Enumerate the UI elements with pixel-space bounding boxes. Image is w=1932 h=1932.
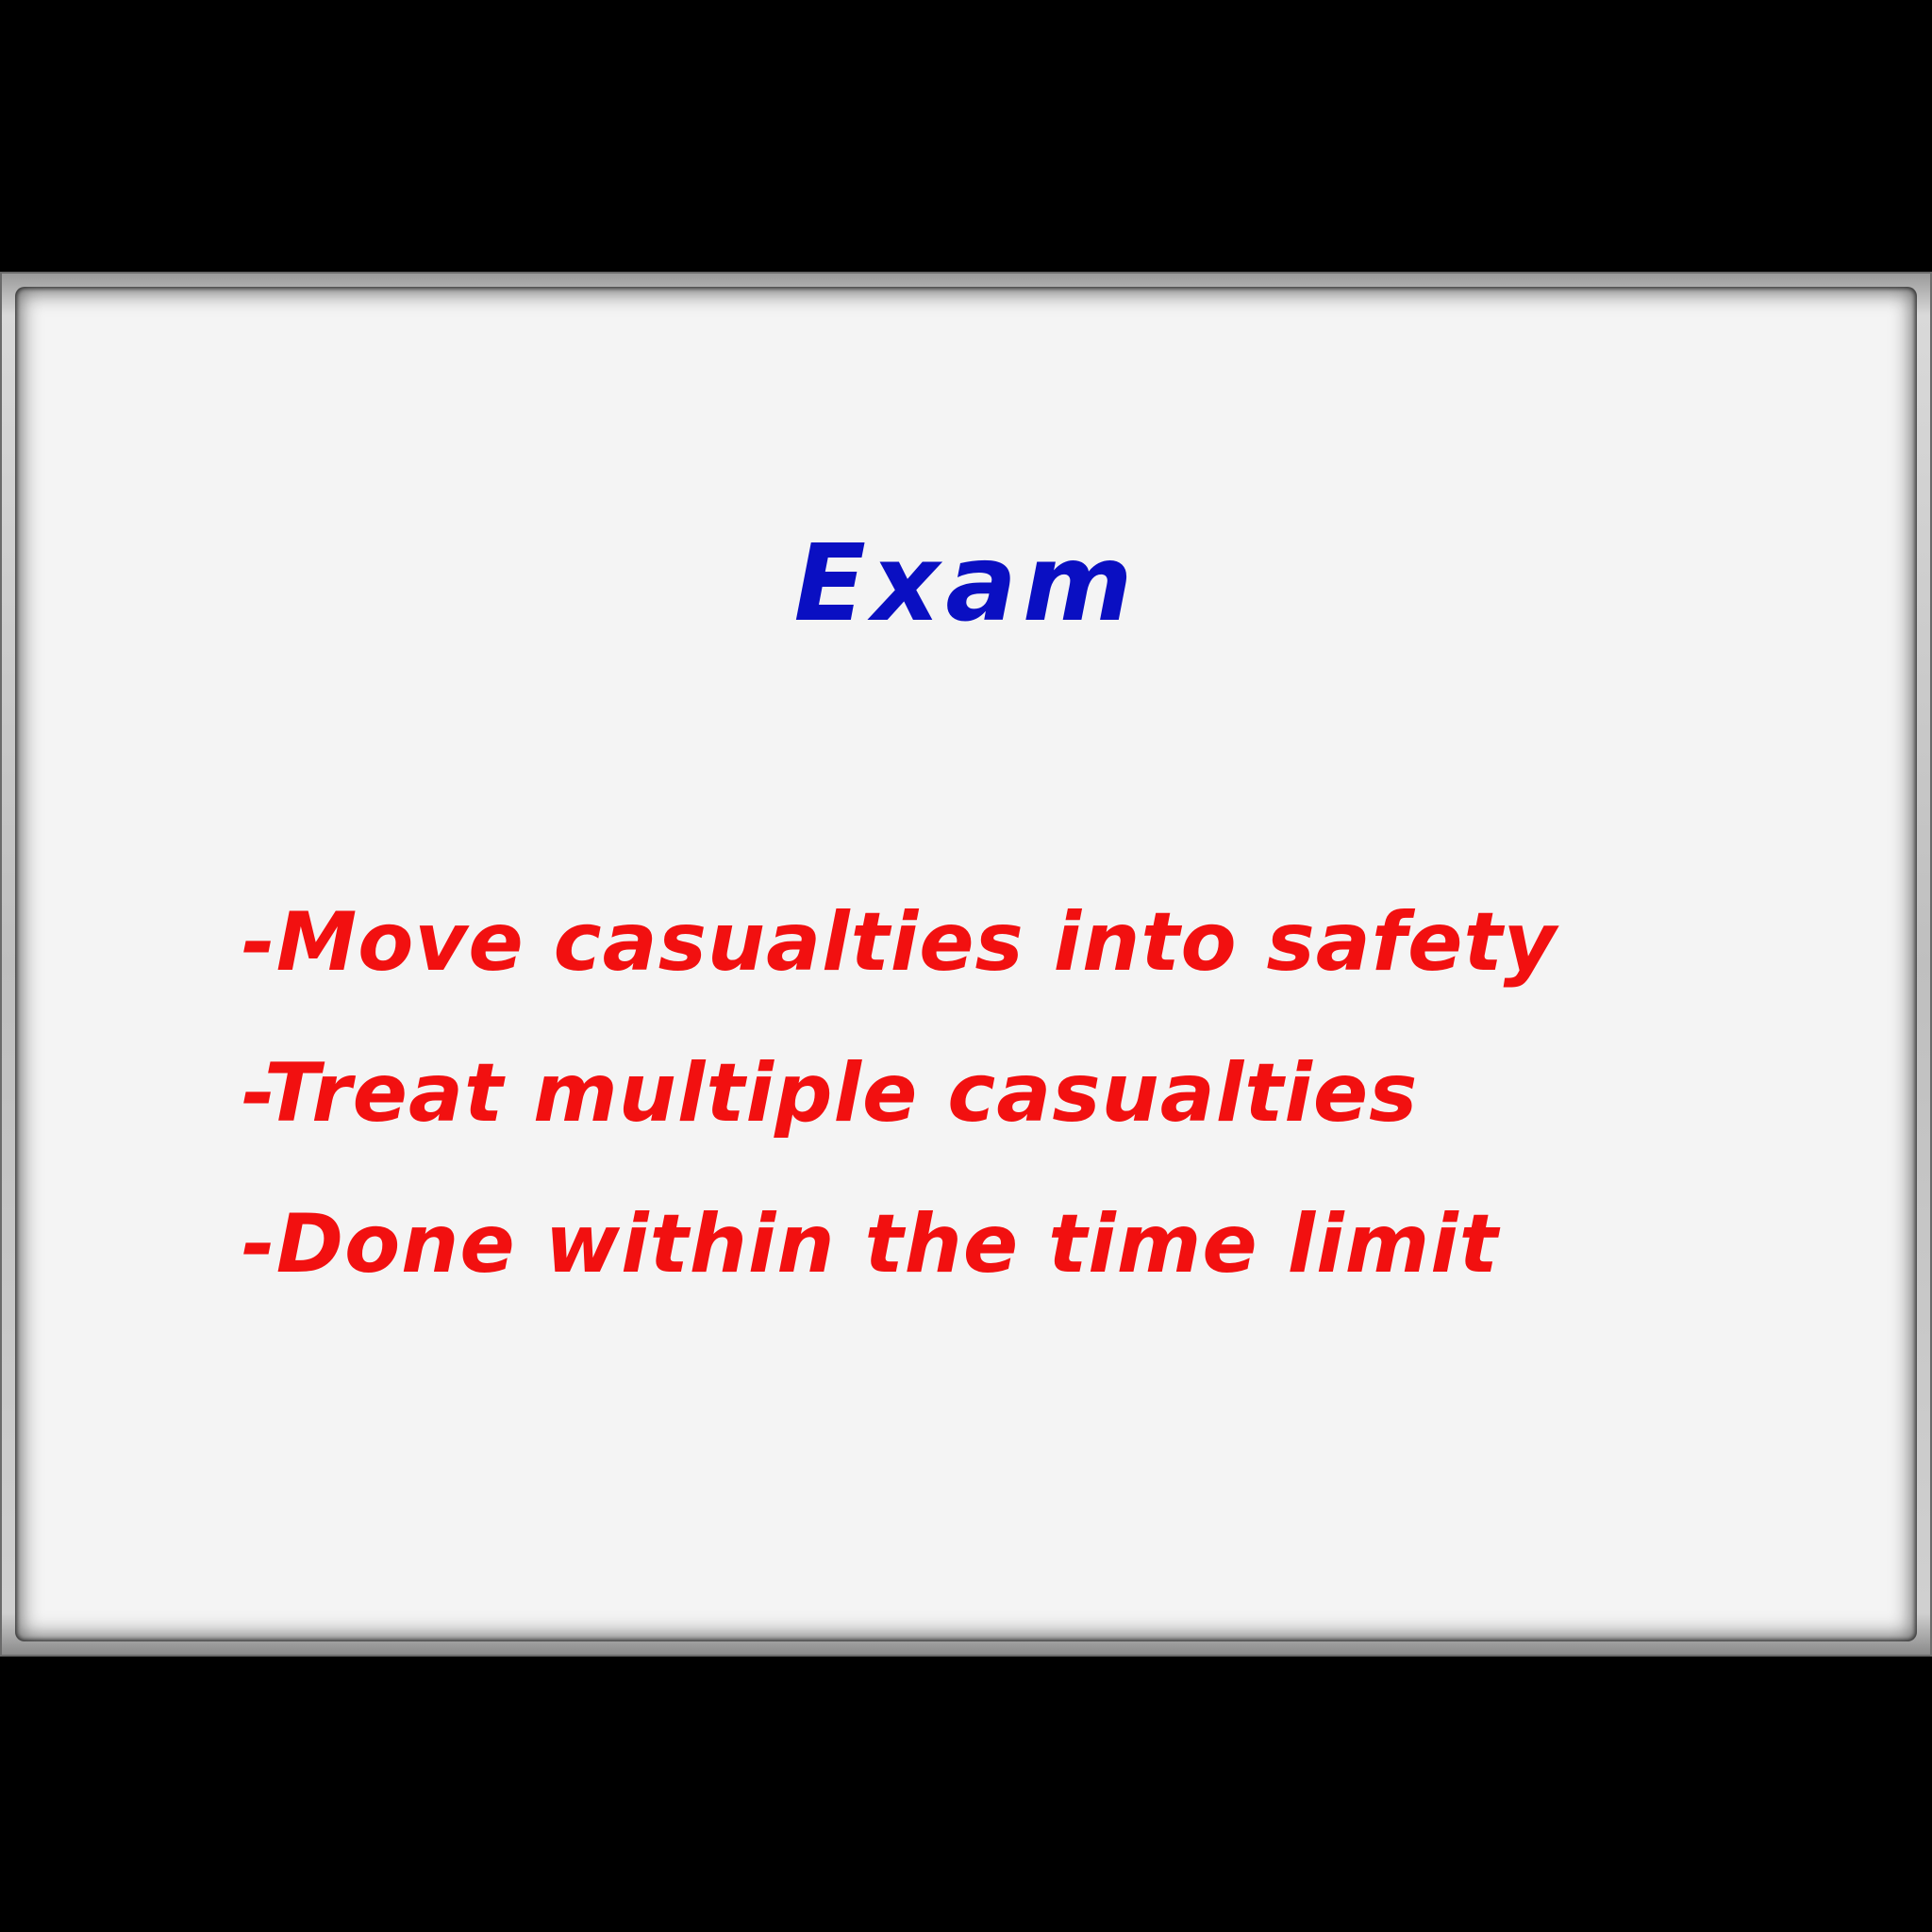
board-title: Exam	[793, 523, 1139, 645]
list-item: -Move casualties into safety	[242, 895, 1557, 990]
list-item: -Done within the time limit	[242, 1197, 1499, 1291]
exam-checklist: -Move casualties into safety -Treat mult…	[242, 867, 1557, 1320]
list-item: -Treat multiple casualties	[242, 1046, 1419, 1141]
whiteboard: Exam -Move casualties into safety -Treat…	[15, 287, 1917, 1641]
slide: Exam -Move casualties into safety -Treat…	[0, 0, 1932, 1932]
whiteboard-frame: Exam -Move casualties into safety -Treat…	[0, 272, 1932, 1657]
